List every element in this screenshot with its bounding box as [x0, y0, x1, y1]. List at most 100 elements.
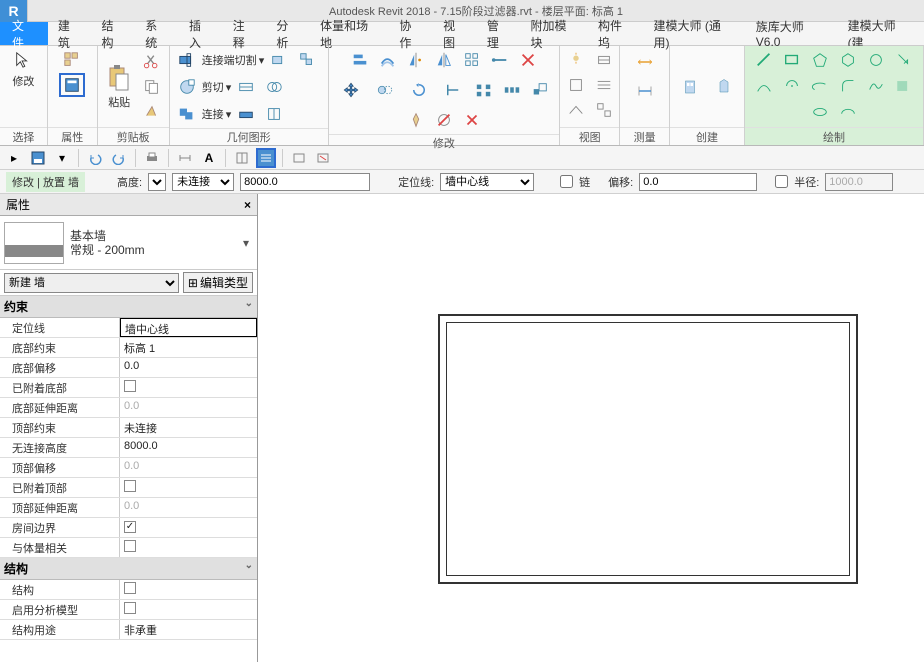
property-value[interactable]: 8000.0	[120, 438, 257, 457]
qat-redo-icon[interactable]	[109, 148, 129, 168]
join-icon[interactable]	[174, 102, 200, 126]
ext-b-icon[interactable]	[515, 48, 541, 72]
cut-icon[interactable]	[139, 50, 165, 74]
geom-e-icon[interactable]	[233, 102, 259, 126]
ext-a-icon[interactable]	[487, 48, 513, 72]
view-d-icon[interactable]	[591, 73, 617, 97]
geom-b-icon[interactable]	[294, 48, 320, 72]
geom-f-icon[interactable]	[261, 102, 287, 126]
property-row[interactable]: 无连接高度8000.0	[0, 438, 257, 458]
copy-icon[interactable]	[139, 75, 165, 99]
close-icon[interactable]: ×	[244, 198, 251, 212]
menu-item[interactable]: 管理	[477, 22, 521, 45]
offset-input[interactable]	[639, 173, 757, 191]
property-row[interactable]: 与体量相关	[0, 538, 257, 558]
geom-c-icon[interactable]	[233, 75, 259, 99]
property-value[interactable]	[120, 600, 257, 619]
draw-ellipse-icon[interactable]	[807, 100, 833, 124]
qat-window-icon[interactable]	[289, 148, 309, 168]
split-grid-icon[interactable]	[459, 48, 485, 72]
create-b-icon[interactable]	[708, 62, 740, 112]
property-value[interactable]: 0.0	[120, 458, 257, 477]
view-a-icon[interactable]	[563, 48, 589, 72]
property-row[interactable]: 房间边界	[0, 518, 257, 538]
menu-item[interactable]: 协作	[389, 22, 433, 45]
menu-item[interactable]: 建筑	[48, 22, 92, 45]
rotate-icon[interactable]	[403, 74, 435, 106]
locline-select[interactable]: 墙中心线	[440, 173, 534, 191]
draw-poly2-icon[interactable]	[835, 48, 861, 72]
file-tab[interactable]: 文件	[0, 22, 48, 45]
qat-print-icon[interactable]	[142, 148, 162, 168]
property-row[interactable]: 结构用途非承重	[0, 620, 257, 640]
property-row[interactable]: 顶部延伸距离0.0	[0, 498, 257, 518]
property-row[interactable]: 定位线墙中心线	[0, 318, 257, 338]
split-a-icon[interactable]	[471, 78, 497, 102]
create-a-icon[interactable]	[674, 62, 706, 112]
menu-item[interactable]: 注释	[223, 22, 267, 45]
group-constraints[interactable]: 约束⌄	[0, 296, 257, 318]
qat-dd-icon[interactable]: ▾	[52, 148, 72, 168]
menu-item[interactable]: 建模大师 (通用)	[644, 22, 746, 45]
property-value[interactable]	[120, 378, 257, 397]
category-select[interactable]: 新建 墙	[4, 273, 179, 293]
property-row[interactable]: 结构	[0, 580, 257, 600]
draw-arc3-icon[interactable]	[807, 74, 833, 98]
array-icon[interactable]	[499, 78, 525, 102]
menu-item[interactable]: 系统	[135, 22, 179, 45]
mirror-pick-icon[interactable]	[403, 48, 429, 72]
qat-save-icon[interactable]	[28, 148, 48, 168]
scale-icon[interactable]	[527, 78, 553, 102]
qat-text-icon[interactable]: A	[199, 148, 219, 168]
menu-item[interactable]: 构件坞	[588, 22, 644, 45]
type-selector[interactable]: 基本墙 常规 - 200mm ▾	[0, 216, 257, 270]
draw-line-icon[interactable]	[751, 48, 777, 72]
property-value[interactable]	[120, 538, 257, 557]
paste-button[interactable]: 粘贴	[102, 57, 137, 117]
menu-item[interactable]: 插入	[179, 22, 223, 45]
geom-d-icon[interactable]	[261, 75, 287, 99]
menu-item[interactable]: 族库大师V6.0	[746, 22, 838, 45]
qat-new-icon[interactable]: ▸	[4, 148, 24, 168]
delete-icon[interactable]	[459, 108, 485, 132]
instance-prop-icon[interactable]	[59, 73, 85, 97]
offset-icon[interactable]	[375, 48, 401, 72]
view-b-icon[interactable]	[591, 48, 617, 72]
qat-thin-icon[interactable]	[232, 148, 252, 168]
cope-icon[interactable]	[174, 48, 200, 72]
cut-geom-icon[interactable]	[174, 75, 200, 99]
draw-circle-icon[interactable]	[863, 48, 889, 72]
geom-a-icon[interactable]	[266, 48, 292, 72]
view-f-icon[interactable]	[591, 98, 617, 122]
property-value[interactable]: 0.0	[120, 398, 257, 417]
draw-arc1-icon[interactable]	[751, 74, 777, 98]
align-icon[interactable]	[347, 48, 373, 72]
select-arrow-icon[interactable]	[10, 48, 36, 72]
copy-move-icon[interactable]	[369, 74, 401, 106]
draw-pickface-icon[interactable]	[891, 74, 917, 98]
property-row[interactable]: 顶部偏移0.0	[0, 458, 257, 478]
menu-item[interactable]: 建模大师 (建	[838, 22, 924, 45]
property-value[interactable]: 标高 1	[120, 338, 257, 357]
move-icon[interactable]	[335, 74, 367, 106]
draw-arc2-icon[interactable]	[779, 74, 805, 98]
menu-item[interactable]: 结构	[92, 22, 136, 45]
property-row[interactable]: 底部延伸距离0.0	[0, 398, 257, 418]
draw-spline-icon[interactable]	[863, 74, 889, 98]
draw-fillet-icon[interactable]	[835, 74, 861, 98]
chevron-down-icon[interactable]: ▾	[239, 236, 253, 250]
radius-input[interactable]	[825, 173, 893, 191]
unpin-icon[interactable]	[431, 108, 457, 132]
pin-icon[interactable]	[403, 108, 429, 132]
drawing-canvas[interactable]	[258, 194, 924, 662]
menu-item[interactable]: 视图	[433, 22, 477, 45]
property-row[interactable]: 已附着底部	[0, 378, 257, 398]
draw-rect-icon[interactable]	[779, 48, 805, 72]
property-row[interactable]: 已附着顶部	[0, 478, 257, 498]
property-value[interactable]: 0.0	[120, 498, 257, 517]
match-icon[interactable]	[139, 100, 165, 124]
property-value[interactable]: 非承重	[120, 620, 257, 639]
property-value[interactable]	[120, 580, 257, 599]
chain-checkbox[interactable]	[560, 175, 573, 188]
property-row[interactable]: 启用分析模型	[0, 600, 257, 620]
